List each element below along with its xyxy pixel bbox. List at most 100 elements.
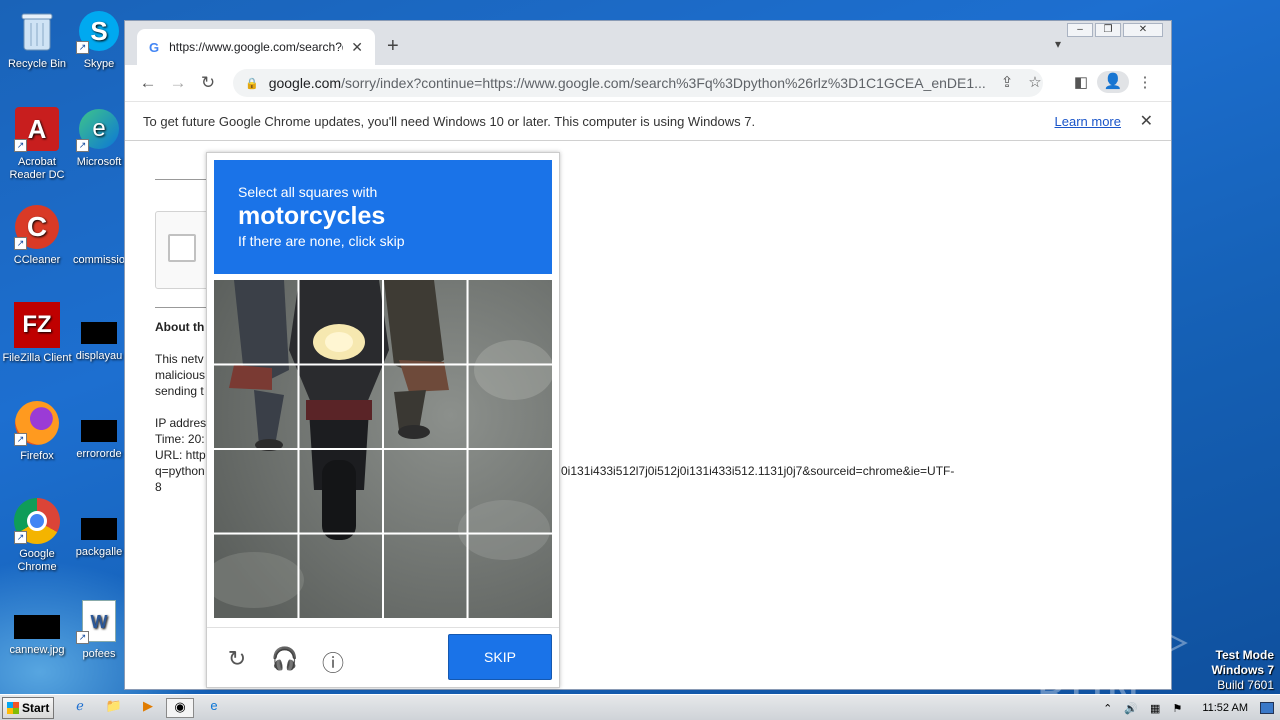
file-icon (76, 418, 122, 444)
grid-tile[interactable] (214, 450, 297, 533)
ip-line: IP addres (155, 416, 207, 430)
word-document-icon: W ↗ (76, 598, 122, 644)
image-file-icon (14, 614, 60, 640)
grid-tile[interactable] (299, 450, 382, 533)
file-icon (76, 320, 122, 346)
challenge-instruction: Select all squares with (238, 184, 378, 200)
filezilla-icon: FZ (14, 302, 60, 348)
share-icon[interactable]: ⇪ (993, 73, 1021, 91)
para-line: This netv (155, 352, 204, 366)
grid-tile[interactable] (384, 535, 467, 618)
side-panel-icon[interactable]: ◧ (1065, 73, 1097, 91)
tab-strip: G https://www.google.com/search?q= ✕ + ▾ (125, 21, 1171, 65)
browser-tab[interactable]: G https://www.google.com/search?q= ✕ (137, 29, 375, 65)
grid-tile[interactable] (469, 535, 552, 618)
network-icon[interactable]: ▦ (1150, 702, 1160, 715)
browser-toolbar: ← → ↻ 🔒 google.com/sorry/index?continue=… (125, 65, 1171, 101)
windows-logo-icon (7, 702, 19, 714)
lock-icon: 🔒 (245, 77, 259, 90)
grid-tile[interactable] (384, 280, 467, 363)
grid-tile[interactable] (214, 280, 297, 363)
reload-icon[interactable]: ↻ (193, 73, 223, 93)
edge-icon: e ↗ (76, 106, 122, 152)
media-player-taskbar-icon[interactable]: ▶ (134, 698, 162, 718)
reload-challenge-icon[interactable]: ↻ (223, 646, 251, 672)
file-icon (76, 204, 122, 250)
volume-icon[interactable]: 🔊 (1124, 702, 1138, 715)
time-line: Time: 20: (155, 432, 205, 446)
about-heading: About th (155, 320, 205, 334)
url-domain: google.com (268, 75, 342, 91)
recycle-bin-icon (14, 8, 60, 54)
grid-tile[interactable] (299, 365, 382, 448)
shortcut-arrow-icon: ↗ (14, 433, 27, 446)
challenge-footer: ↻ 🎧 ⓘ SKIP (207, 627, 559, 687)
skype-icon: S ↗ (76, 8, 122, 54)
shortcut-arrow-icon: ↗ (76, 631, 89, 644)
grid-tile[interactable] (384, 365, 467, 448)
url-line: URL: http (155, 448, 206, 462)
challenge-target: motorcycles (238, 202, 386, 230)
recaptcha-challenge: Select all squares with motorcycles If t… (206, 152, 560, 688)
challenge-header: Select all squares with motorcycles If t… (214, 160, 552, 274)
chrome-taskbar-icon[interactable]: ◉ (166, 698, 194, 718)
forward-arrow-icon[interactable]: → (163, 73, 193, 93)
tab-search-chevron-icon[interactable]: ▾ (1055, 37, 1061, 51)
ie-taskbar-icon[interactable]: ℯ (66, 698, 94, 718)
para-line: sending t (155, 384, 204, 398)
omnibox-actions: ⇪ ☆ (993, 73, 1049, 91)
learn-more-link[interactable]: Learn more (1055, 114, 1121, 129)
acrobat-icon: A ↗ (14, 106, 60, 152)
explorer-taskbar-icon[interactable]: 📁 (100, 698, 128, 718)
audio-challenge-icon[interactable]: 🎧 (271, 646, 299, 672)
grid-tile[interactable] (299, 535, 382, 618)
file-icon (76, 516, 122, 542)
update-infobar: To get future Google Chrome updates, you… (125, 101, 1171, 141)
menu-kebab-icon[interactable]: ⋮ (1129, 73, 1161, 91)
toolbar-right: ◧ 👤 ⋮ (1065, 71, 1161, 93)
url-last: 8 (155, 480, 162, 494)
bookmark-star-icon[interactable]: ☆ (1021, 73, 1049, 91)
para-line: malicious (155, 368, 206, 382)
url-cont-right: 0i131i433i512l7j0i512j0i131i433i512.1131… (561, 464, 955, 478)
url-cont-left: q=python (155, 464, 205, 478)
chrome-icon: ↗ (14, 498, 60, 544)
start-button[interactable]: Start (2, 697, 54, 719)
shortcut-arrow-icon: ↗ (14, 139, 27, 152)
action-center-flag-icon[interactable]: ⚑ (1172, 702, 1182, 715)
infobar-text: To get future Google Chrome updates, you… (143, 113, 756, 129)
url-path: /sorry/index?continue=https://www.google… (341, 75, 986, 91)
shortcut-arrow-icon: ↗ (76, 41, 89, 54)
grid-tile[interactable] (469, 450, 552, 533)
recaptcha-checkbox[interactable] (168, 234, 196, 262)
tray-expand-icon[interactable]: ⌃ (1103, 702, 1112, 715)
google-favicon-icon: G (149, 39, 160, 55)
grid-tile[interactable] (214, 365, 297, 448)
shortcut-arrow-icon: ↗ (14, 531, 27, 544)
ccleaner-icon: C ↗ (14, 204, 60, 250)
infobar-close-icon[interactable]: ✕ (1140, 111, 1153, 131)
skip-button[interactable]: SKIP (448, 634, 552, 680)
taskbar: Start ℯ 📁 ▶ ◉ e ⌃ 🔊 ▦ ⚑ 11:52 AM (0, 694, 1280, 720)
firefox-icon: ↗ (14, 400, 60, 446)
grid-tile[interactable] (469, 280, 552, 363)
info-icon[interactable]: ⓘ (319, 646, 347, 678)
close-tab-icon[interactable]: ✕ (351, 39, 363, 56)
back-arrow-icon[interactable]: ← (133, 73, 163, 93)
new-tab-button[interactable]: + (387, 35, 399, 58)
shortcut-arrow-icon: ↗ (76, 139, 89, 152)
grid-tile[interactable] (299, 280, 382, 363)
edge-taskbar-icon[interactable]: e (200, 698, 228, 718)
show-desktop-icon[interactable] (1260, 702, 1274, 714)
test-mode-notice: Test Mode Windows 7 Build 7601 (1211, 648, 1274, 692)
grid-tile[interactable] (469, 365, 552, 448)
system-tray: ⌃ 🔊 ▦ ⚑ 11:52 AM (1097, 695, 1280, 720)
challenge-grid (214, 280, 552, 618)
shortcut-arrow-icon: ↗ (14, 237, 27, 250)
challenge-hint: If there are none, click skip (238, 233, 405, 249)
grid-tile[interactable] (214, 535, 297, 618)
profile-icon[interactable]: 👤 (1097, 71, 1129, 93)
grid-tile[interactable] (384, 450, 467, 533)
address-bar[interactable]: 🔒 google.com/sorry/index?continue=https:… (233, 69, 1043, 97)
clock[interactable]: 11:52 AM (1202, 702, 1248, 714)
